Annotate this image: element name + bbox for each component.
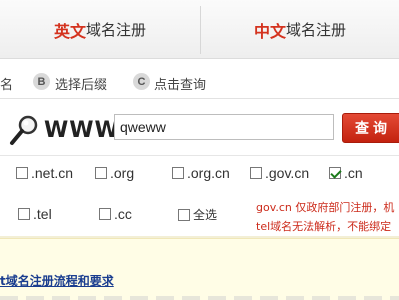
- suffix-gov-cn[interactable]: .gov.cn: [250, 165, 309, 181]
- cut-off-text-row: [0, 296, 399, 300]
- suffix-org[interactable]: .org: [95, 165, 134, 181]
- domain-search-input[interactable]: [114, 114, 334, 140]
- magnifier-icon: [10, 115, 38, 145]
- suffix-label: .org.cn: [187, 165, 230, 181]
- tab-chinese-label: 域名注册: [286, 22, 347, 39]
- suffix-org-cn[interactable]: .org.cn: [172, 165, 230, 181]
- registration-process-link[interactable]: t域名注册流程和要求: [0, 272, 114, 289]
- checkbox-checked[interactable]: [329, 167, 341, 179]
- steps-bar: 名 B 选择后缀 C 点击查询: [0, 66, 399, 99]
- suffix-tel[interactable]: .tel: [18, 206, 52, 222]
- suffix-net-cn[interactable]: .net.cn: [16, 165, 73, 181]
- suffix-label: .tel: [33, 206, 52, 222]
- checkbox[interactable]: [178, 208, 190, 221]
- suffix-label: .cn: [344, 165, 363, 181]
- checkbox[interactable]: [16, 167, 28, 179]
- select-all[interactable]: 全选: [178, 206, 217, 223]
- tab-english-highlight: 英文: [53, 23, 86, 41]
- www-prefix: WWW: [44, 118, 120, 143]
- info-panel: [0, 238, 399, 300]
- checkbox[interactable]: [18, 208, 30, 220]
- step-3-label: 点击查询: [154, 77, 207, 92]
- domain-type-tabs: 英文 域名注册 中文 域名注册: [0, 0, 399, 59]
- checkbox[interactable]: [99, 208, 111, 220]
- suffix-cn[interactable]: .cn: [329, 165, 363, 181]
- checkbox[interactable]: [172, 167, 184, 179]
- checkbox[interactable]: [250, 167, 262, 179]
- step-1-label: 名: [0, 77, 14, 92]
- suffix-label: .org: [110, 165, 135, 181]
- gov-cn-note: gov.cn 仅政府部门注册，机: [256, 201, 395, 214]
- tab-chinese-domain[interactable]: 中文 域名注册: [201, 0, 399, 59]
- checkbox[interactable]: [95, 167, 107, 179]
- suffix-cc[interactable]: .cc: [99, 206, 132, 222]
- step-3-badge: C: [133, 73, 150, 90]
- tab-english-domain[interactable]: 英文 域名注册: [0, 0, 200, 59]
- tel-note: tel域名无法解析，不能绑定: [256, 220, 392, 233]
- tab-english-label: 域名注册: [86, 22, 147, 39]
- tab-chinese-highlight: 中文: [253, 23, 286, 41]
- query-button[interactable]: 查询: [342, 113, 399, 143]
- step-2-label: 选择后缀: [55, 77, 108, 92]
- suffix-label: .net.cn: [31, 165, 74, 181]
- suffix-label: .gov.cn: [265, 165, 310, 181]
- suffix-label: .cc: [114, 206, 132, 222]
- select-all-label: 全选: [193, 208, 218, 222]
- step-2-badge: B: [33, 73, 50, 90]
